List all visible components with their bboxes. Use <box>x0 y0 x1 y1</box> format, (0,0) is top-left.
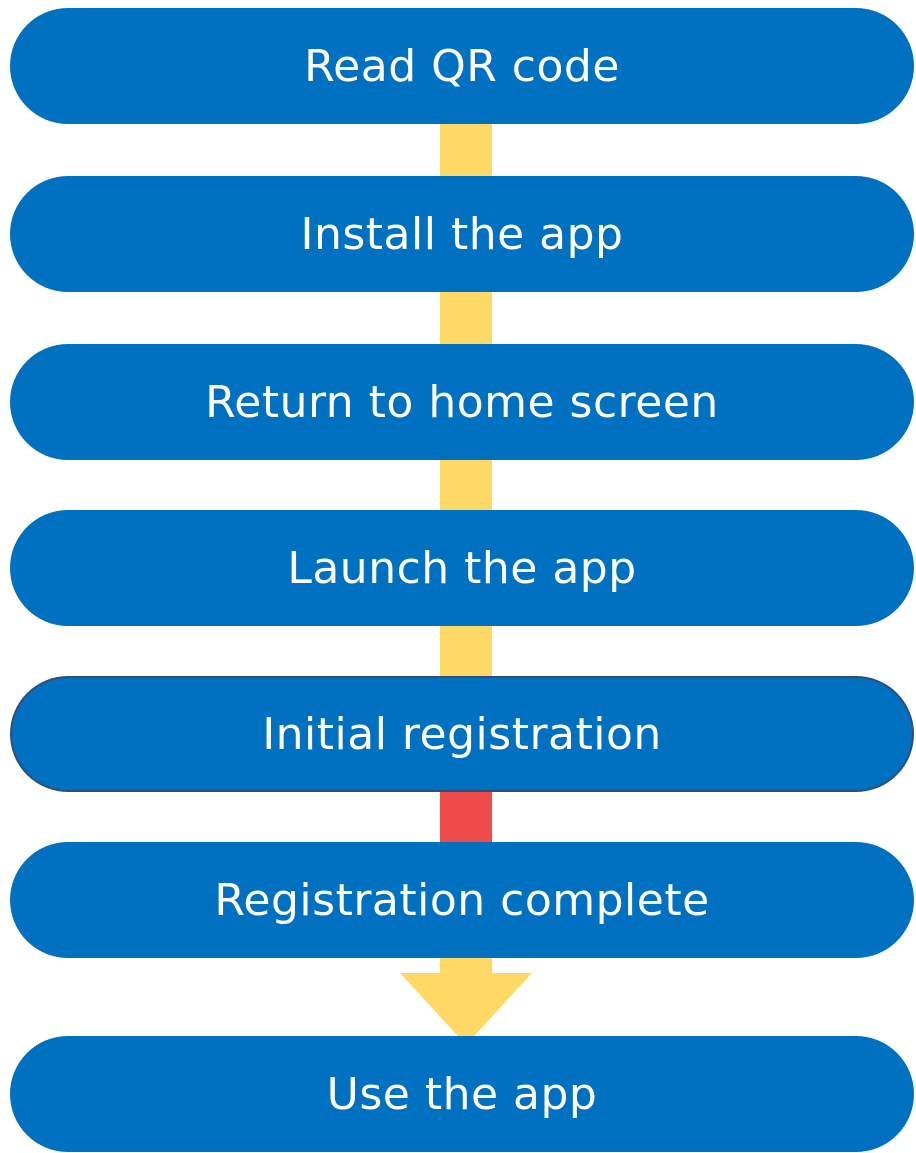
connector-1 <box>440 120 492 180</box>
step-registration-complete: Registration complete <box>10 842 914 958</box>
step-initial-registration: Initial registration <box>10 676 914 792</box>
step-use-the-app: Use the app <box>10 1036 914 1152</box>
step-label: Install the app <box>300 208 624 260</box>
step-install-the-app: Install the app <box>10 176 914 292</box>
connector-2 <box>440 288 492 348</box>
step-launch-the-app: Launch the app <box>10 510 914 626</box>
step-label: Initial registration <box>262 708 662 760</box>
step-read-qr-code: Read QR code <box>10 8 914 124</box>
connector-4 <box>440 622 492 682</box>
step-label: Launch the app <box>287 542 637 594</box>
step-label: Read QR code <box>304 40 620 92</box>
step-return-to-home-screen: Return to home screen <box>10 344 914 460</box>
down-arrow-icon <box>400 955 532 1045</box>
step-label: Use the app <box>326 1068 598 1120</box>
connector-3 <box>440 456 492 516</box>
connector-5-alert <box>440 788 492 848</box>
step-label: Registration complete <box>214 874 710 926</box>
step-label: Return to home screen <box>205 376 719 428</box>
